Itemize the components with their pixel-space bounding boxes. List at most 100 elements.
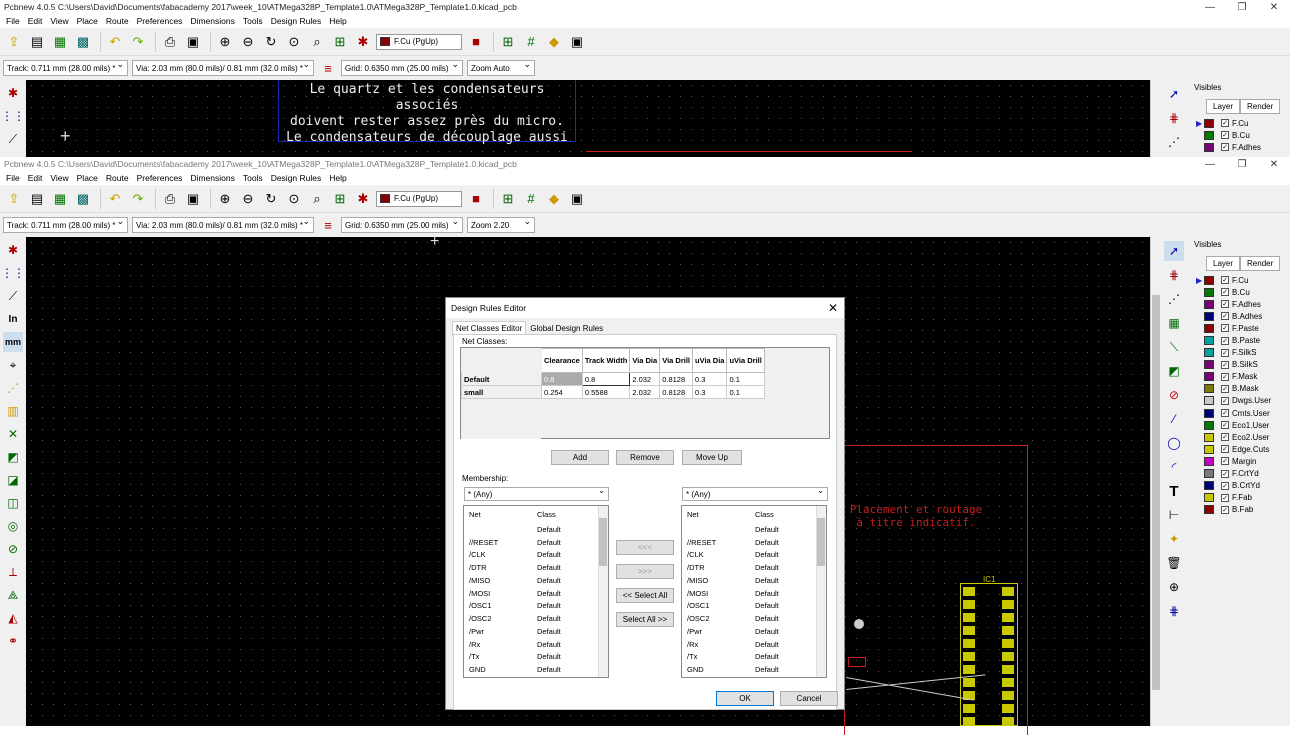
list-item[interactable]: /CLK Default <box>682 549 826 562</box>
column-header[interactable]: Via Dia <box>629 348 661 373</box>
menu-dimensions[interactable]: Dimensions <box>186 173 238 183</box>
membership-filter-right[interactable]: * (Any) <box>682 486 828 501</box>
page-settings-icon[interactable]: ▩ <box>73 189 93 209</box>
delete-icon[interactable]: 🗑 <box>1164 553 1184 573</box>
list-item[interactable]: /MISO Default <box>682 574 826 587</box>
row-header[interactable]: small <box>461 385 542 399</box>
pad-sketch-icon[interactable]: ◎ <box>3 516 23 536</box>
undo-icon[interactable]: ↶ <box>105 189 125 209</box>
list-item[interactable]: Default <box>682 523 826 536</box>
back-pcb-canvas[interactable]: Le quartz et les condensateurs associés … <box>26 80 1150 157</box>
list-item[interactable]: /DTR Default <box>682 561 826 574</box>
menu-view[interactable]: View <box>46 173 72 183</box>
local-ratsnest-icon[interactable]: ⋰ <box>1164 289 1184 309</box>
list-item[interactable]: /MOSI Default <box>464 587 608 600</box>
zoom-out-icon[interactable]: ⊖ <box>238 32 258 52</box>
millimeters-icon[interactable]: mm <box>3 332 23 352</box>
table-cell[interactable]: 0.5588 <box>581 385 631 399</box>
redo-icon[interactable]: ↷ <box>128 189 148 209</box>
menu-edit[interactable]: Edit <box>24 173 47 183</box>
layer-row[interactable]: ✓ Margin <box>1196 455 1290 467</box>
list-item[interactable]: /Rx Default <box>682 638 826 651</box>
polar-coords-icon[interactable]: ⟋ <box>3 129 23 149</box>
layer-pair-icon[interactable]: ■ <box>466 32 486 52</box>
checkbox-icon[interactable]: ✓ <box>1221 143 1229 152</box>
autoroute-icon[interactable]: ◆ <box>544 189 564 209</box>
list-item[interactable]: GND Default <box>682 663 826 676</box>
checkbox-icon[interactable]: ✓ <box>1221 348 1229 357</box>
plot-icon[interactable]: ▣ <box>183 32 203 52</box>
cancel-button[interactable]: Cancel <box>780 691 838 706</box>
back-track-select[interactable]: Track: 0.711 mm (28.00 mils) * <box>3 59 128 76</box>
checkbox-icon[interactable]: ✓ <box>1221 421 1229 430</box>
add-dimension-icon[interactable]: ⊢ <box>1164 505 1184 525</box>
move-right-button[interactable]: >>> <box>616 564 674 579</box>
save-icon[interactable]: ▦ <box>50 189 70 209</box>
zoom-fit-icon[interactable]: ⊙ <box>284 189 304 209</box>
layer-row[interactable]: ✓ Eco2.User <box>1196 431 1290 443</box>
select-arrow-icon[interactable]: ➚ <box>1164 84 1184 104</box>
checkbox-icon[interactable]: ✓ <box>1221 493 1229 502</box>
cursor-shape-icon[interactable]: ⌖ <box>3 355 23 375</box>
list-item[interactable]: /MISO Default <box>464 574 608 587</box>
via-sketch-icon[interactable]: ⊘ <box>3 539 23 559</box>
checkbox-icon[interactable]: ✓ <box>1221 457 1229 466</box>
close-icon[interactable]: ✕ <box>828 301 838 315</box>
list-item[interactable]: /OSC1 Default <box>682 600 826 613</box>
add-line-icon[interactable]: ⁄ <box>1164 409 1184 429</box>
back-via-select[interactable]: Via: 2.03 mm (80.0 mils)/ 0.81 mm (32.0 … <box>132 59 314 76</box>
list-item[interactable]: /OSC2 Default <box>682 612 826 625</box>
highlight-net-icon[interactable]: ⋕ <box>1164 265 1184 285</box>
front-track-select[interactable]: Track: 0.711 mm (28.00 mils) * <box>3 216 128 233</box>
checkbox-icon[interactable]: ✓ <box>1221 481 1229 490</box>
zoom-fit-icon[interactable]: ⊙ <box>284 32 304 52</box>
list-item[interactable]: GND Default <box>464 663 608 676</box>
drc-off-icon[interactable]: ✱ <box>3 240 23 260</box>
close-icon[interactable]: ✕ <box>1258 2 1290 13</box>
layer-row[interactable]: ✓ Cmts.User <box>1196 407 1290 419</box>
netlist-icon[interactable]: ⊞ <box>330 189 350 209</box>
new-board-icon[interactable]: ⇪ <box>4 32 24 52</box>
save-icon[interactable]: ▦ <box>50 32 70 52</box>
layer-row[interactable]: ✓ Dwgs.User <box>1196 395 1290 407</box>
list-item[interactable]: //RESET Default <box>682 536 826 549</box>
zoom-in-icon[interactable]: ⊕ <box>215 32 235 52</box>
list-scrollbar[interactable] <box>816 506 826 677</box>
grid-origin-icon[interactable]: ⋕ <box>1164 601 1184 621</box>
layer-row[interactable]: ✓ F.Adhes <box>1196 298 1290 310</box>
row-header[interactable]: Default <box>461 372 542 386</box>
checkbox-icon[interactable]: ✓ <box>1221 372 1229 381</box>
list-scrollbar[interactable] <box>598 506 608 677</box>
restore-icon[interactable]: ❐ <box>1226 2 1258 13</box>
list-item[interactable]: /Pwr Default <box>464 625 608 638</box>
layer-row[interactable]: ✓ F.SilkS <box>1196 347 1290 359</box>
table-cell[interactable]: 0.3 <box>691 385 728 399</box>
checkbox-icon[interactable]: ✓ <box>1221 336 1229 345</box>
table-cell[interactable]: 0.3 <box>691 372 728 386</box>
menu-file[interactable]: File <box>2 16 24 26</box>
select-all-left-button[interactable]: << Select All <box>616 588 674 603</box>
column-header[interactable]: Via Drill <box>659 348 693 373</box>
layer-row[interactable]: ✓ B.Cu <box>1196 129 1290 141</box>
checkbox-icon[interactable]: ✓ <box>1221 433 1229 442</box>
list-item[interactable]: /DTR Default <box>464 561 608 574</box>
layer-row[interactable]: ✓ B.Adhes <box>1196 310 1290 322</box>
open-board-icon[interactable]: ▤ <box>27 32 47 52</box>
restore-icon[interactable]: ❐ <box>1226 159 1258 170</box>
inches-icon[interactable]: In <box>3 309 23 329</box>
back-zoom-select[interactable]: Zoom Auto <box>467 59 535 76</box>
move-left-button[interactable]: <<< <box>616 540 674 555</box>
list-item[interactable]: /Tx Default <box>464 651 608 664</box>
track-sketch-icon[interactable]: ⟂ <box>3 562 23 582</box>
zone-outline-icon[interactable]: ◪ <box>3 470 23 490</box>
layers-manager-icon[interactable]: ⚭ <box>3 631 23 651</box>
polar-coords-icon[interactable]: ⟋ <box>3 286 23 306</box>
checkbox-icon[interactable]: ✓ <box>1221 384 1229 393</box>
layer-row[interactable]: ▶ ✓ F.Cu <box>1196 274 1290 286</box>
checkbox-icon[interactable]: ✓ <box>1221 360 1229 369</box>
print-icon[interactable]: ⎙ <box>160 189 180 209</box>
plot-icon[interactable]: ▣ <box>183 189 203 209</box>
checkbox-icon[interactable]: ✓ <box>1221 445 1229 454</box>
layer-row[interactable]: ✓ B.Fab <box>1196 504 1290 516</box>
checkbox-icon[interactable]: ✓ <box>1221 276 1229 285</box>
